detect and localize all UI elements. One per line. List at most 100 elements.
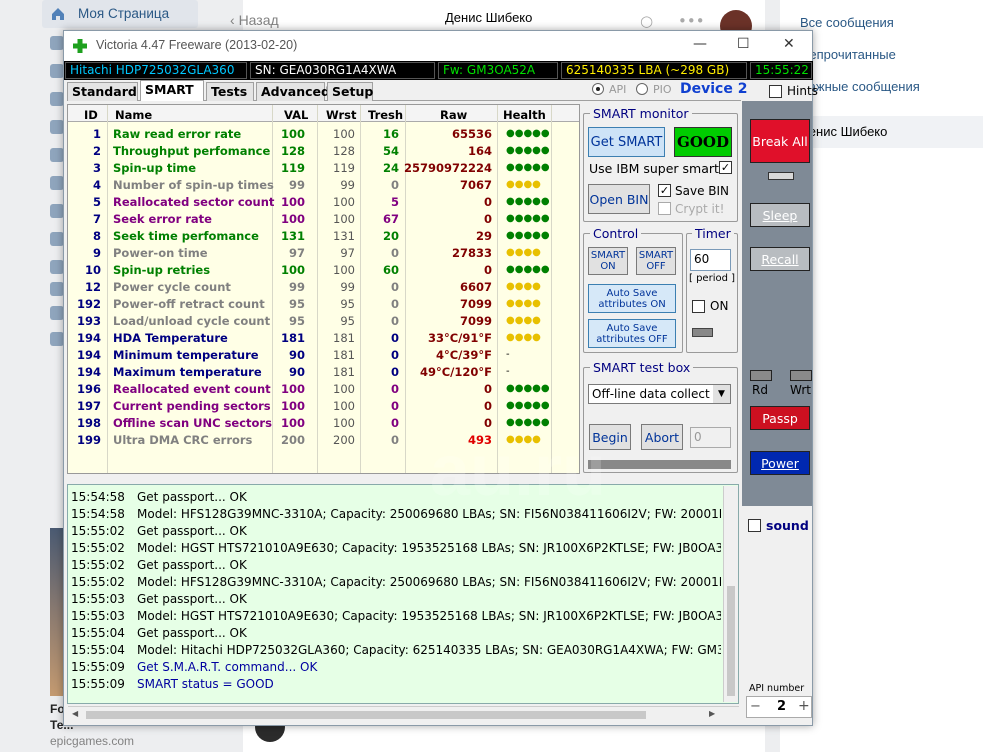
docs-icon[interactable] [50,332,64,346]
log-horizontal-thumb[interactable] [86,711,646,719]
log-message: SMART status = GOOD [137,677,274,691]
sound-checkbox[interactable] [748,519,761,532]
vk-right-chat[interactable]: Денис Шибеко [800,124,887,139]
log-line: 15:55:02 Get passport... OK [71,558,721,575]
recall-button[interactable]: Recall [750,247,810,271]
sleep-button[interactable]: Sleep [750,203,810,227]
table-row[interactable]: 192 Power-off retract count 95 95 0 7099 ●●●● [68,295,579,312]
table-row[interactable]: 197 Current pending sectors 100 100 0 0 ●●●●● [68,397,579,414]
table-row[interactable]: 12 Power cycle count 99 99 0 6607 ●●●● [68,278,579,295]
log-vertical-scrollbar[interactable] [723,486,738,702]
table-row[interactable]: 5 Reallocated sector count 100 100 5 0 ●●●●● [68,193,579,210]
games-icon[interactable] [50,232,64,246]
tab-advanced[interactable]: Advanced [256,82,330,101]
get-smart-button[interactable]: Get SMART [588,127,665,157]
music-icon[interactable] [50,176,64,190]
log-message: Get passport... OK [137,490,247,504]
ad-domain[interactable]: epicgames.com [50,734,134,748]
photos-icon[interactable] [50,148,64,162]
test-progress-input[interactable]: 0 [690,427,731,448]
crypt-it-checkbox[interactable] [658,202,671,215]
vk-right-all[interactable]: Все сообщения [800,15,894,30]
smart-off-button[interactable]: SMART OFF [636,247,676,275]
groups-icon[interactable] [50,120,64,134]
table-row[interactable]: 194 Minimum temperature 90 181 0 4°C/39°F - [68,346,579,363]
table-row[interactable]: 196 Reallocated event count 100 100 0 0 ●●●●● [68,380,579,397]
vk-right-unread[interactable]: Непрочитанные [800,47,896,62]
shop-icon[interactable] [50,282,64,296]
api-number-value[interactable]: 2 [777,699,786,714]
table-row[interactable]: 194 HDA Temperature 181 181 0 33°C/91°F ●●●● [68,329,579,346]
table-row[interactable]: 198 Offline scan UNC sectors 100 100 0 0 ●●●●● [68,414,579,431]
market-icon[interactable] [50,260,64,274]
autosave-off-button[interactable]: Auto Save attributes OFF [588,319,676,348]
table-row[interactable]: 4 Number of spin-up times 99 99 0 7067 ●●●● [68,176,579,193]
log-horizontal-scrollbar[interactable]: ◀ ▶ [68,706,739,722]
pio-radio[interactable] [636,83,648,95]
log-vertical-thumb[interactable] [727,586,735,696]
open-bin-button[interactable]: Open BIN [588,184,650,214]
video-icon[interactable] [50,204,64,218]
passport-button[interactable]: Passp [750,406,810,430]
more-icon[interactable]: ••• [678,12,705,30]
row-tresh: 67 [382,212,399,226]
table-row[interactable]: 8 Seek time perfomance 131 131 20 29 ●●●●● [68,227,579,244]
row-health: ●●●●● [506,196,550,207]
table-row[interactable]: 1 Raw read error rate 100 100 16 65536 ●●●●● [68,125,579,142]
scroll-left-icon[interactable]: ◀ [72,709,78,718]
log-message: Get S.M.A.R.T. command... OK [137,660,318,674]
friends-icon[interactable] [50,92,64,106]
save-bin-checkbox[interactable]: ✓ [658,184,671,197]
timer-on-checkbox[interactable] [692,300,705,313]
chevron-down-icon[interactable]: ▼ [713,385,730,403]
table-row[interactable]: 194 Maximum temperature 90 181 0 49°C/120°F - [68,363,579,380]
row-id: 198 [76,416,101,430]
row-id: 7 [92,212,101,226]
row-health: ●●●● [506,298,541,309]
row-raw: 0 [483,399,492,413]
table-row[interactable]: 2 Throughput perfomance 128 128 54 164 ●●●●● [68,142,579,159]
search-icon[interactable]: ○ [640,12,653,30]
table-row[interactable]: 9 Power-on time 97 97 0 27833 ●●●● [68,244,579,261]
hints-checkbox[interactable] [769,85,782,98]
tab-tests[interactable]: Tests [206,82,254,101]
api-number-decrement[interactable]: − [750,699,761,714]
vk-right-important[interactable]: Важные сообщения [800,79,920,94]
device-label: Device 2 [680,81,748,97]
news-icon[interactable] [50,36,64,50]
minimize-button[interactable]: — [693,36,707,52]
row-health: ●●●●● [506,400,550,411]
close-button[interactable]: ✕ [783,36,795,52]
power-button[interactable]: Power [750,451,810,475]
api-number-increment[interactable]: + [798,698,810,714]
row-health: ●●●● [506,179,541,190]
row-name: Reallocated event count [113,382,271,396]
row-tresh: 20 [382,229,399,243]
ibm-super-smart-checkbox[interactable]: ✓ [719,161,732,174]
autosave-on-button[interactable]: Auto Save attributes ON [588,284,676,313]
abort-button[interactable]: Abort [641,424,683,450]
test-type-select[interactable]: Off-line data collect [588,384,731,404]
row-health: ●●●● [506,332,541,343]
tab-smart[interactable]: SMART [140,80,204,101]
row-wrst: 100 [333,399,355,413]
break-all-button[interactable]: Break All [750,119,810,163]
api-radio[interactable] [592,83,604,95]
messages-icon[interactable] [50,64,64,78]
timer-input[interactable]: 60 [690,249,731,271]
scroll-right-icon[interactable]: ▶ [709,709,715,718]
vk-back-link[interactable]: ‹ Назад [230,12,279,28]
bookmarks-icon[interactable] [50,306,64,320]
row-wrst: 181 [333,331,355,345]
tab-setup[interactable]: Setup [327,82,373,101]
table-row[interactable]: 193 Load/unload cycle count 95 95 0 7099 ●●●● [68,312,579,329]
col-tresh: Tresh [368,108,404,122]
smart-on-button[interactable]: SMART ON [588,247,628,275]
table-row[interactable]: 7 Seek error rate 100 100 67 0 ●●●●● [68,210,579,227]
table-row[interactable]: 10 Spin-up retries 100 100 60 0 ●●●●● [68,261,579,278]
row-id: 3 [92,161,101,175]
watermark: au.ru [430,431,607,511]
table-row[interactable]: 3 Spin-up time 119 119 24 25790972224 ●●●●● [68,159,579,176]
tab-standard[interactable]: Standard [67,82,138,101]
maximize-button[interactable]: ☐ [737,36,750,52]
